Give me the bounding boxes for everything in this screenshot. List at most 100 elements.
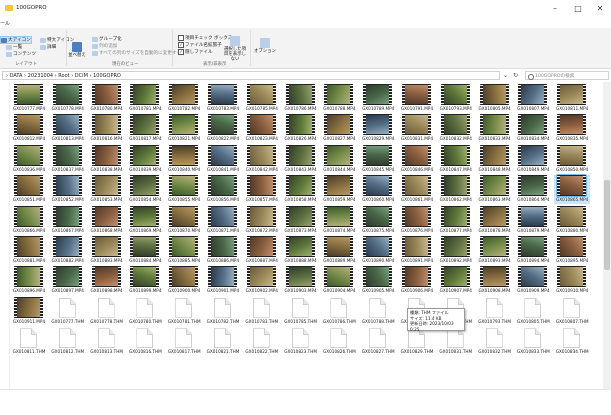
video-file-item[interactable]: GX010788.MP4 bbox=[321, 84, 357, 113]
video-file-item[interactable]: GX010895.MP4 bbox=[554, 236, 590, 265]
video-file-item[interactable]: GX010846.MP4 bbox=[399, 144, 435, 174]
extension-toggle[interactable]: ✓ ファイル名拡張子 bbox=[178, 42, 222, 48]
video-file-item[interactable]: GX010902.MP4 bbox=[244, 266, 280, 295]
video-file-item[interactable]: GX010837.MP4 bbox=[50, 144, 86, 174]
video-file-item[interactable]: GX010865.MP4 bbox=[554, 174, 591, 205]
video-file-item[interactable]: GX010875.MP4 bbox=[360, 205, 396, 235]
video-file-item[interactable]: GX010894.MP4 bbox=[515, 236, 551, 265]
video-file-item[interactable]: GX010898.MP4 bbox=[89, 266, 125, 295]
video-file-item[interactable]: GX010911.MP4 bbox=[11, 296, 47, 326]
close-button[interactable]: ✕ bbox=[590, 3, 610, 15]
video-file-item[interactable]: GX010910.MP4 bbox=[554, 266, 590, 295]
video-file-item[interactable]: GX010876.MP4 bbox=[399, 205, 435, 235]
address-dropdown[interactable]: ⌄ bbox=[503, 71, 508, 80]
thm-file-item[interactable]: GX010827.THM bbox=[360, 327, 396, 356]
video-file-item[interactable]: GX010871.MP4 bbox=[205, 205, 241, 235]
fit-columns-button[interactable]: すべての列のサイズを自動的に変更する bbox=[92, 50, 181, 56]
video-file-item[interactable]: GX010889.MP4 bbox=[321, 236, 357, 265]
video-file-item[interactable]: GX010903.MP4 bbox=[283, 266, 319, 295]
video-file-item[interactable]: GX010891.MP4 bbox=[399, 236, 435, 265]
video-file-item[interactable]: GX010842.MP4 bbox=[244, 144, 280, 174]
thm-file-item[interactable]: GX010817.THM bbox=[166, 327, 202, 356]
video-file-item[interactable]: GX010785.MP4 bbox=[244, 84, 280, 113]
video-file-item[interactable]: GX010777.MP4 bbox=[11, 84, 47, 113]
search-input[interactable]: 100GOPROの検索 bbox=[525, 71, 609, 80]
video-file-item[interactable]: GX010778.MP4 bbox=[50, 84, 86, 113]
layout-list[interactable]: 一覧 bbox=[6, 44, 22, 50]
video-file-item[interactable]: GX010852.MP4 bbox=[50, 175, 86, 204]
video-file-item[interactable]: GX010884.MP4 bbox=[127, 236, 163, 265]
video-file-item[interactable]: GX010878.MP4 bbox=[477, 205, 513, 235]
minimize-button[interactable]: – bbox=[545, 3, 565, 15]
video-file-item[interactable]: GX010888.MP4 bbox=[283, 236, 319, 265]
thm-file-item[interactable]: GX010813.THM bbox=[89, 327, 125, 356]
video-file-item[interactable]: GX010835.MP4 bbox=[554, 114, 590, 143]
video-file-item[interactable]: GX010786.MP4 bbox=[283, 84, 319, 113]
video-file-item[interactable]: GX010833.MP4 bbox=[477, 114, 513, 143]
video-file-item[interactable]: GX010862.MP4 bbox=[438, 175, 474, 204]
video-file-item[interactable]: GX010877.MP4 bbox=[438, 205, 474, 235]
thm-file-item[interactable]: GX010793.THM bbox=[477, 297, 513, 326]
video-file-item[interactable]: GX010834.MP4 bbox=[515, 114, 551, 143]
video-file-item[interactable]: GX010879.MP4 bbox=[515, 205, 551, 235]
video-file-item[interactable]: GX010901.MP4 bbox=[205, 266, 241, 295]
video-file-item[interactable]: GX010904.MP4 bbox=[321, 266, 357, 295]
video-file-item[interactable]: GX010832.MP4 bbox=[438, 114, 474, 143]
video-file-item[interactable]: GX010855.MP4 bbox=[166, 175, 202, 204]
video-file-item[interactable]: GX010880.MP4 bbox=[554, 205, 590, 235]
video-file-item[interactable]: GX010854.MP4 bbox=[127, 175, 163, 204]
video-file-item[interactable]: GX010870.MP4 bbox=[166, 205, 202, 235]
video-file-item[interactable]: GX010909.MP4 bbox=[515, 266, 551, 295]
video-file-item[interactable]: GX010861.MP4 bbox=[399, 175, 435, 204]
video-file-item[interactable]: GX010864.MP4 bbox=[515, 175, 551, 204]
scrollbar-thumb[interactable] bbox=[604, 180, 610, 270]
layout-xl-icons[interactable]: 大アイコン bbox=[0, 36, 32, 44]
thm-file-item[interactable]: GX010822.THM bbox=[244, 327, 280, 356]
video-file-item[interactable]: GX010887.MP4 bbox=[244, 236, 280, 265]
vertical-scrollbar[interactable] bbox=[603, 82, 611, 389]
video-file-item[interactable]: GX010905.MP4 bbox=[360, 266, 396, 295]
video-file-item[interactable]: GX010849.MP4 bbox=[515, 144, 551, 174]
video-file-item[interactable]: GX010881.MP4 bbox=[11, 236, 47, 265]
video-file-item[interactable]: GX010886.MP4 bbox=[205, 236, 241, 265]
video-file-item[interactable]: GX010793.MP4 bbox=[438, 84, 474, 113]
thm-file-item[interactable]: GX010777.THM bbox=[50, 297, 86, 326]
video-file-item[interactable]: GX010845.MP4 bbox=[360, 144, 396, 174]
video-file-item[interactable]: GX010860.MP4 bbox=[360, 175, 396, 204]
video-file-item[interactable]: GX010851.MP4 bbox=[11, 175, 47, 204]
video-file-item[interactable]: GX010856.MP4 bbox=[205, 175, 241, 204]
hide-selected-button[interactable]: 選択した項目を表示しない bbox=[222, 36, 248, 62]
video-file-item[interactable]: GX010822.MP4 bbox=[205, 114, 241, 143]
address-bar[interactable]: › DATA › 20231004 › Root › DCIM › 100GOP… bbox=[2, 71, 500, 80]
video-file-item[interactable]: GX010908.MP4 bbox=[477, 266, 513, 295]
video-file-item[interactable]: GX010906.MP4 bbox=[399, 266, 435, 295]
video-file-item[interactable]: GX010791.MP4 bbox=[399, 84, 435, 113]
video-file-item[interactable]: GX010866.MP4 bbox=[11, 205, 47, 235]
thm-file-item[interactable]: GX010811.THM bbox=[11, 327, 47, 356]
video-file-item[interactable]: GX010780.MP4 bbox=[89, 84, 125, 113]
video-file-item[interactable]: GX010896.MP4 bbox=[11, 266, 47, 295]
video-file-item[interactable]: GX010869.MP4 bbox=[127, 205, 163, 235]
thm-file-item[interactable]: GX010807.THM bbox=[554, 297, 590, 326]
thm-file-item[interactable]: GX010826.THM bbox=[321, 327, 357, 356]
thm-file-item[interactable]: GX010778.THM bbox=[89, 297, 125, 326]
video-file-item[interactable]: GX010867.MP4 bbox=[50, 205, 86, 235]
video-file-item[interactable]: GX010829.MP4 bbox=[360, 114, 396, 143]
video-file-item[interactable]: GX010816.MP4 bbox=[89, 114, 125, 143]
thm-file-item[interactable]: GX010782.THM bbox=[205, 297, 241, 326]
video-file-item[interactable]: GX010890.MP4 bbox=[360, 236, 396, 265]
video-file-item[interactable]: GX010847.MP4 bbox=[438, 144, 474, 174]
video-file-item[interactable]: GX010900.MP4 bbox=[166, 266, 202, 295]
video-file-item[interactable]: GX010838.MP4 bbox=[89, 144, 125, 174]
maximize-button[interactable]: □ bbox=[568, 3, 588, 15]
video-file-item[interactable]: GX010872.MP4 bbox=[244, 205, 280, 235]
thm-file-item[interactable]: GX010788.THM bbox=[360, 297, 396, 326]
thm-file-item[interactable]: GX010812.THM bbox=[50, 327, 86, 356]
video-file-item[interactable]: GX010817.MP4 bbox=[127, 114, 163, 143]
video-file-item[interactable]: GX010874.MP4 bbox=[321, 205, 357, 235]
thm-file-item[interactable]: GX010786.THM bbox=[321, 297, 357, 326]
video-file-item[interactable]: GX010811.MP4 bbox=[554, 84, 590, 113]
refresh-button[interactable]: ↻ bbox=[513, 71, 518, 80]
video-file-item[interactable]: GX010858.MP4 bbox=[283, 175, 319, 204]
thm-file-item[interactable]: GX010781.THM bbox=[166, 297, 202, 326]
